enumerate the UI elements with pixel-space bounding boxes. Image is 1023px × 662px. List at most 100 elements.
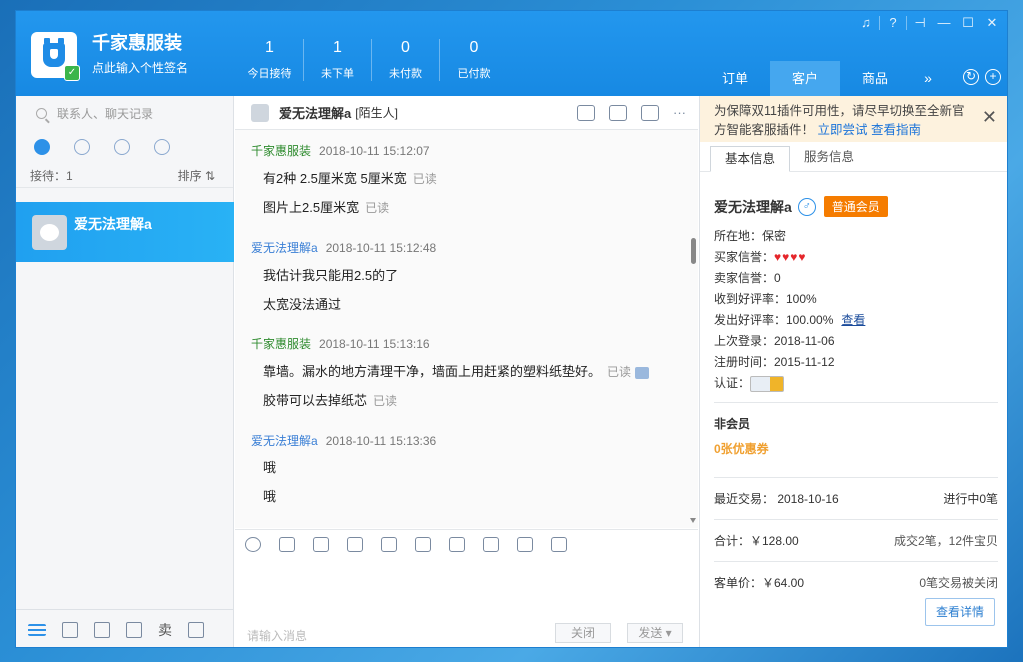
clock-icon[interactable] [74, 139, 90, 155]
minimize-icon[interactable]: — [933, 13, 955, 33]
scrollbar-thumb[interactable] [691, 238, 696, 264]
message-text: 有2种 2.5厘米宽 5厘米宽 已读 [263, 168, 437, 187]
try-now-link[interactable]: 立即尝试 [818, 123, 868, 137]
window-icon[interactable] [188, 621, 204, 638]
tab-customers[interactable]: 客户 [770, 61, 840, 96]
location: 所在地：保密 [714, 229, 787, 243]
add-contact-icon[interactable] [577, 104, 595, 121]
message-menu-icon[interactable] [635, 366, 650, 379]
close-button[interactable]: 关闭 [555, 623, 611, 643]
header: ✓ 千家惠服装 点此输入个性签名 1 今日接待 1 未下单 0 未付款 0 已付… [16, 11, 1007, 96]
plugin-notice: 为保障双11插件可用性，请尽早切换至全新官方智能客服插件！ 立即尝试 查看指南 … [700, 96, 1007, 142]
stat-today[interactable]: 1 今日接待 [236, 39, 304, 81]
heart-rating-icon: ♥♥♥♥ [774, 250, 807, 264]
member-badge[interactable]: 普通会员 [823, 196, 888, 217]
message-text: 哦 [263, 486, 276, 505]
maximize-icon[interactable]: ☐ [957, 13, 979, 33]
emoji-icon[interactable] [245, 537, 261, 552]
close-icon[interactable]: ✕ [981, 13, 1003, 33]
divider [714, 561, 998, 562]
person-icon[interactable] [114, 139, 130, 155]
refresh-icon[interactable]: ↻ [963, 69, 979, 85]
message-input[interactable]: 请输入消息 [247, 627, 307, 644]
buyer-name: 爱无法理解a [714, 198, 792, 215]
coupon-icon[interactable] [517, 537, 533, 552]
message-body: 哦 [263, 489, 277, 504]
unit-price: 客单价：￥64.00 [714, 576, 805, 590]
message-time: 2018-10-11 15:13:16 [319, 337, 430, 351]
mail-icon[interactable] [94, 621, 110, 638]
help-icon[interactable]: ? [882, 13, 904, 33]
view-details-button[interactable]: 查看详情 [925, 598, 995, 626]
chat-pane: 爱无法理解a [陌生人] ··· 千家惠服装 2018-10-11 15:12:0… [235, 96, 934, 647]
stat-unpaid[interactable]: 0 未付款 [372, 39, 440, 81]
chat-bubble-icon[interactable] [34, 139, 50, 155]
divider [714, 477, 998, 478]
send-button[interactable]: 发送 ▾ [627, 623, 683, 643]
heart-icon[interactable] [449, 537, 465, 552]
sort-button[interactable]: 排序 ⇅ [178, 167, 215, 184]
task-icon[interactable] [609, 104, 627, 121]
message-body: 太宽没法通过 [263, 297, 342, 312]
folder-icon[interactable] [347, 537, 363, 552]
download-icon[interactable] [62, 621, 78, 638]
window-controls: ♫ ? ⊣ — ☐ ✕ [855, 13, 1003, 33]
tab-orders[interactable]: 订单 [700, 61, 770, 96]
stat-paid[interactable]: 0 已付款 [440, 39, 508, 81]
sender-name: 千家惠服装 [251, 337, 312, 351]
message-editor[interactable]: 请输入消息 关闭 发送 ▾ [235, 559, 698, 647]
message-header: 千家惠服装 2018-10-11 15:12:07 [251, 142, 430, 159]
pin-icon[interactable]: ⊣ [909, 13, 931, 33]
message-time: 2018-10-11 15:13:36 [325, 434, 437, 448]
stat-value: 1 [333, 39, 342, 56]
scissors-icon[interactable] [381, 537, 397, 552]
stats-bar: 1 今日接待 1 未下单 0 未付款 0 已付款 [236, 39, 508, 81]
buyer-credit-label: 买家信誉： [714, 250, 775, 264]
search-input[interactable]: 联系人、聊天记录 [57, 105, 153, 122]
calendar-icon[interactable] [483, 537, 499, 552]
read-status: 已读 [412, 172, 437, 186]
tab-basic-info[interactable]: 基本信息 [710, 146, 791, 172]
shop-icon[interactable] [126, 621, 142, 638]
menu-icon[interactable] [28, 623, 46, 636]
contact-name: 爱无法理解a [74, 216, 152, 232]
more-icon[interactable]: ··· [673, 105, 686, 121]
phrase-icon[interactable] [415, 537, 431, 552]
tab-products[interactable]: 商品 [840, 61, 910, 96]
closed-count: 0笔交易被关闭 [919, 576, 998, 590]
video-icon[interactable] [641, 104, 659, 121]
sell-button[interactable]: 卖 [158, 620, 172, 640]
group-icon[interactable] [154, 139, 170, 155]
editor-toolbar [235, 529, 934, 630]
signature-input[interactable]: 点此输入个性签名 [92, 59, 188, 76]
message-body: 胶带可以去掉纸芯 [263, 393, 368, 408]
tab-service-info[interactable]: 服务信息 [790, 145, 868, 171]
divider [879, 16, 880, 30]
scroll-down-arrow[interactable] [690, 518, 696, 523]
message-list[interactable]: 千家惠服装 2018-10-11 15:12:07 有2种 2.5厘米宽 5厘米宽… [235, 130, 698, 528]
message-text: 太宽没法通过 [263, 294, 341, 313]
view-link[interactable]: 查看 [841, 313, 865, 327]
search-box[interactable]: 联系人、聊天记录 [16, 96, 233, 130]
more-tabs-icon[interactable]: » [910, 61, 946, 96]
font-icon[interactable] [279, 537, 295, 552]
sound-icon[interactable]: ♫ [855, 13, 877, 33]
close-icon[interactable]: ✕ [982, 108, 997, 127]
contact-item[interactable]: 爱无法理解a [16, 202, 234, 262]
add-icon[interactable]: + [985, 69, 1001, 85]
stat-value: 1 [265, 39, 274, 56]
message-text: 哦 [263, 457, 276, 476]
unit-price-row: 客单价：￥64.00 0笔交易被关闭 [714, 574, 998, 591]
avatar [32, 215, 67, 250]
message-text: 我估计我只能用2.5的了 [263, 265, 398, 284]
stat-value: 0 [401, 39, 410, 56]
shop-logo[interactable]: ✓ [31, 32, 80, 81]
cert-label: 认证： [714, 376, 751, 390]
note-icon[interactable] [551, 537, 567, 552]
customer-info: 爱无法理解a ♂ 普通会员 所在地：保密 买家信誉：♥♥♥♥ 卖家信誉：0 收到… [714, 196, 998, 591]
coupon-count[interactable]: 0张优惠券 [714, 440, 998, 457]
view-guide-link[interactable]: 查看指南 [871, 123, 921, 137]
screenshot-icon[interactable] [313, 537, 329, 552]
stat-no-order[interactable]: 1 未下单 [304, 39, 372, 81]
contact-tag: [陌生人] [355, 106, 398, 120]
